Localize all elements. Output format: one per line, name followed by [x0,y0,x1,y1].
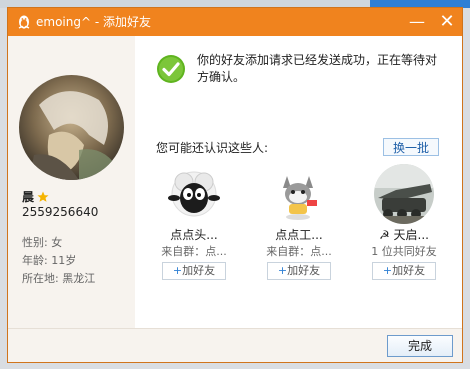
suggestion-card: 点点工... 来自群：点... +加好友 [249,164,349,289]
nickname-row: 晨 [22,189,49,205]
nickname: 晨 [22,190,35,204]
title-bar[interactable]: emoing^ - 添加好友 — ✕ [8,8,462,36]
gender-info: 性别: 女 [22,236,63,249]
qq-number: 2559256640 [22,205,99,219]
suggestion-avatar[interactable] [374,164,434,224]
add-friend-label: 加好友 [182,264,216,277]
success-check-icon [157,55,185,83]
refresh-suggestions-button[interactable]: 换一批 [383,138,439,156]
suggestion-avatar[interactable] [269,164,329,224]
suggestion-card: 点点头... 来自群：点... +加好友 [144,164,244,289]
suggestion-card: ☭ 天启... 1 位共同好友 +加好友 [354,164,454,289]
status-message: 你的好友添加请求已经发送成功，正在等待对方确认。 [197,53,438,84]
suggestion-source: 来自群：点... [266,245,332,258]
vip-star-icon [37,191,49,202]
location-info: 所在地: 黑龙江 [22,272,96,285]
age-info: 年龄: 11岁 [22,254,77,267]
window-title: emoing^ - 添加好友 [36,15,151,29]
plus-icon: + [382,264,393,277]
suggestion-source: 1 位共同好友 [371,245,437,258]
profile-avatar [19,75,124,180]
qq-penguin-icon [18,15,30,29]
add-friend-label: 加好友 [392,264,426,277]
main-panel: 你的好友添加请求已经发送成功，正在等待对方确认。 您可能还认识这些人: 换一批 [135,36,462,328]
suggestion-name[interactable]: 点点头... [144,226,244,243]
plus-icon: + [172,264,183,277]
add-friend-button[interactable]: +加好友 [162,262,226,280]
add-friend-button[interactable]: +加好友 [372,262,436,280]
suggestion-avatar[interactable] [164,164,224,224]
done-button[interactable]: 完成 [387,335,453,357]
add-friend-dialog: emoing^ - 添加好友 — ✕ 晨 2559256640 性别: 女 年龄… [7,7,463,363]
suggestion-name[interactable]: ☭ 天启... [354,226,454,243]
minimize-button[interactable]: — [402,8,432,36]
plus-icon: + [277,264,288,277]
suggestions-label: 您可能还认识这些人: [156,141,269,155]
add-friend-label: 加好友 [287,264,321,277]
add-friend-button[interactable]: +加好友 [267,262,331,280]
profile-sidebar: 晨 2559256640 性别: 女 年龄: 11岁 所在地: 黑龙江 [8,36,135,328]
dialog-footer: 完成 [8,328,462,362]
close-button[interactable]: ✕ [432,8,462,36]
suggestion-name[interactable]: 点点工... [249,226,349,243]
suggestion-source: 来自群：点... [161,245,227,258]
